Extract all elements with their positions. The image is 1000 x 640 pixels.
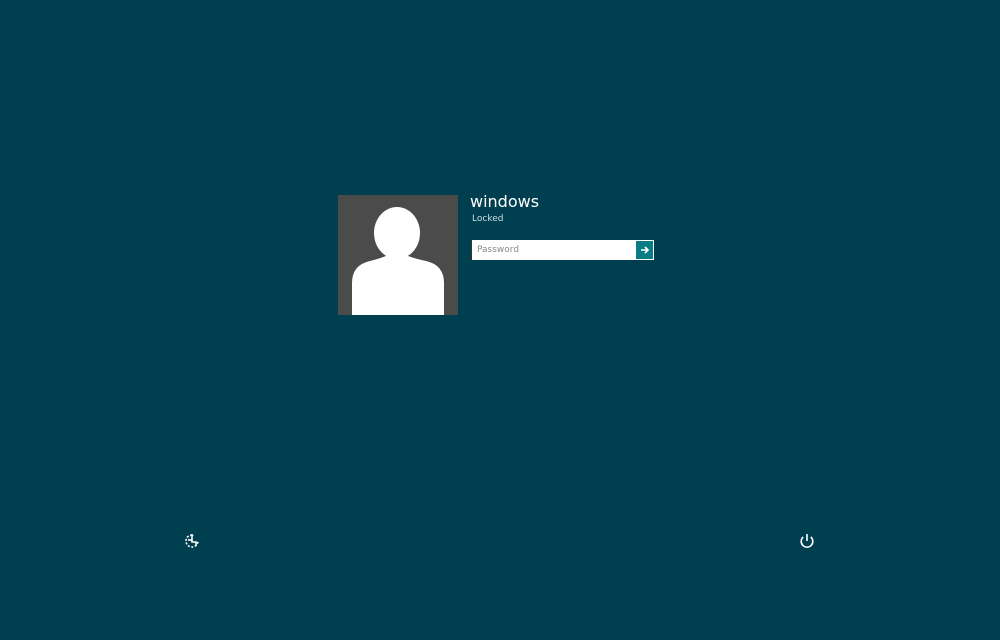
- user-avatar: [338, 195, 458, 315]
- power-icon: [800, 534, 814, 548]
- ease-of-access-icon: [185, 534, 199, 548]
- password-input[interactable]: [471, 240, 636, 260]
- user-silhouette-icon: [352, 207, 444, 315]
- password-box: [471, 240, 654, 260]
- submit-button[interactable]: [636, 241, 653, 259]
- user-name: windows: [470, 192, 540, 211]
- power-button[interactable]: [798, 532, 816, 550]
- user-status: Locked: [472, 214, 504, 224]
- arrow-right-icon: [640, 246, 649, 254]
- lock-screen: windows Locked: [0, 0, 1000, 640]
- ease-of-access-button[interactable]: [183, 532, 201, 550]
